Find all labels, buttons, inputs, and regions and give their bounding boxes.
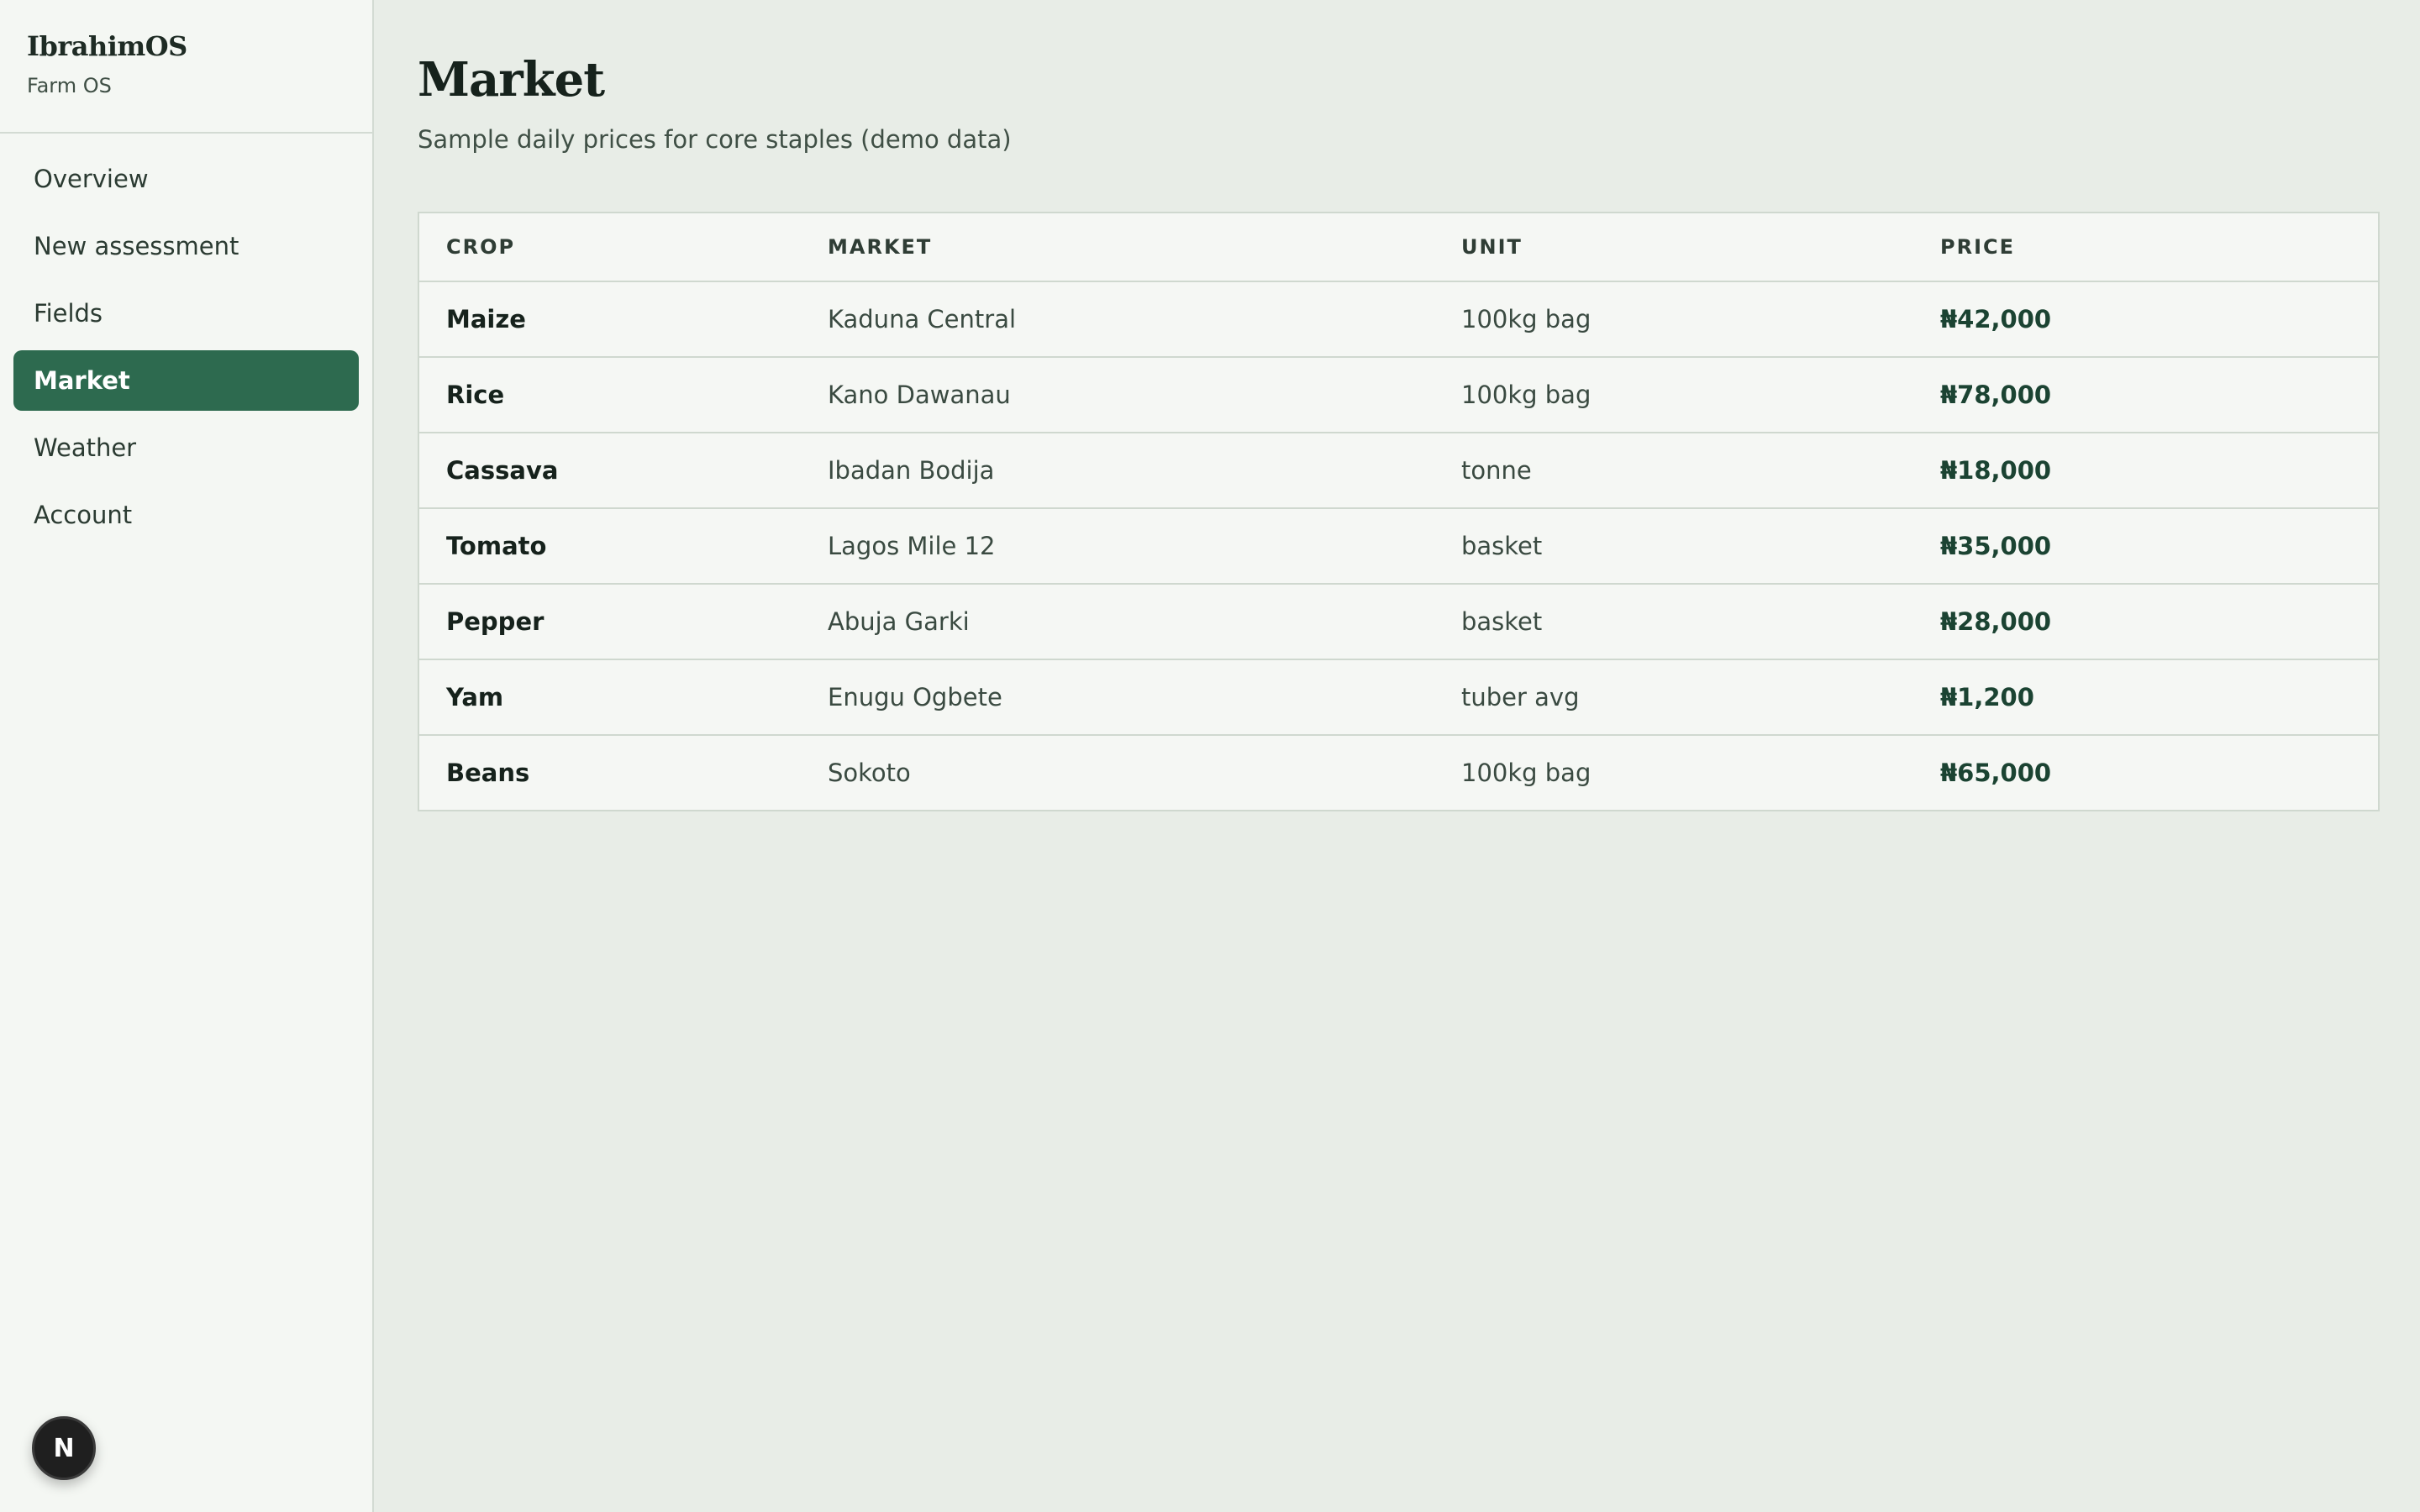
table-row: Beans Sokoto 100kg bag ₦65,000	[419, 735, 2378, 810]
table-row: Cassava Ibadan Bodija tonne ₦18,000	[419, 433, 2378, 509]
cell-price: ₦65,000	[1940, 759, 2052, 787]
cell-market: Lagos Mile 12	[828, 508, 1461, 585]
market-table: CROP MARKET UNIT PRICE Maize Kaduna Cent…	[418, 212, 2380, 811]
table-row: Pepper Abuja Garki basket ₦28,000	[419, 584, 2378, 660]
table-row: Tomato Lagos Mile 12 basket ₦35,000	[419, 508, 2378, 585]
sidebar-item-weather[interactable]: Weather	[13, 417, 359, 478]
column-header-market: MARKET	[828, 213, 1461, 282]
sidebar-item-market[interactable]: Market	[13, 350, 359, 411]
avatar[interactable]: N	[32, 1416, 96, 1480]
column-header-unit: UNIT	[1461, 213, 1940, 282]
page-subtitle: Sample daily prices for core staples (de…	[418, 125, 1012, 154]
app-root: IbrahimOS Farm OS Overview New assessmen…	[0, 0, 2420, 1512]
sidebar-item-overview[interactable]: Overview	[13, 149, 359, 209]
cell-unit: 100kg bag	[1461, 281, 1940, 358]
cell-price: ₦28,000	[1940, 584, 2378, 660]
cell-market: Sokoto	[828, 759, 911, 787]
cell-crop: Rice	[419, 357, 828, 433]
cell-crop: Beans	[446, 759, 530, 787]
cell-unit: basket	[1461, 508, 1940, 585]
cell-crop: Maize	[419, 281, 828, 358]
table-header-row: CROP MARKET UNIT PRICE	[419, 213, 2378, 282]
cell-unit: 100kg bag	[1461, 759, 1591, 787]
cell-unit: basket	[1461, 584, 1940, 660]
brand-subtitle: Farm OS	[27, 74, 112, 97]
main-content: Market Sample daily prices for core stap…	[418, 0, 2380, 811]
cell-market: Kano Dawanau	[828, 357, 1461, 433]
cell-unit: 100kg bag	[1461, 357, 1940, 433]
cell-price: ₦1,200	[1940, 659, 2378, 736]
cell-market: Ibadan Bodija	[828, 433, 1461, 509]
column-header-crop: CROP	[419, 213, 828, 282]
sidebar-item-account[interactable]: Account	[13, 485, 359, 545]
sidebar-item-new-assessment[interactable]: New assessment	[13, 216, 359, 276]
sidebar-nav: Overview New assessment Fields Market We…	[0, 134, 372, 545]
cell-market: Kaduna Central	[828, 281, 1461, 358]
table-row: Rice Kano Dawanau 100kg bag ₦78,000	[419, 357, 2378, 433]
cell-crop: Tomato	[419, 508, 828, 585]
table-row: Yam Enugu Ogbete tuber avg ₦1,200	[419, 659, 2378, 736]
cell-price: ₦42,000	[1940, 281, 2378, 358]
cell-crop: Cassava	[419, 433, 828, 509]
cell-market: Abuja Garki	[828, 584, 1461, 660]
cell-market: Enugu Ogbete	[828, 659, 1461, 736]
cell-unit: tuber avg	[1461, 659, 1940, 736]
cell-price: ₦35,000	[1940, 508, 2378, 585]
table-row: Maize Kaduna Central 100kg bag ₦42,000	[419, 281, 2378, 358]
page-title: Market	[418, 52, 605, 108]
cell-price: ₦18,000	[1940, 433, 2378, 509]
cell-unit: tonne	[1461, 433, 1940, 509]
cell-crop: Pepper	[419, 584, 828, 660]
column-header-price: PRICE	[1940, 213, 2378, 282]
cell-crop: Yam	[419, 659, 828, 736]
cell-price: ₦78,000	[1940, 357, 2378, 433]
brand-title: IbrahimOS	[27, 30, 187, 62]
sidebar-item-fields[interactable]: Fields	[13, 283, 359, 344]
sidebar: IbrahimOS Farm OS Overview New assessmen…	[0, 0, 374, 1512]
brand: IbrahimOS Farm OS	[0, 0, 372, 134]
